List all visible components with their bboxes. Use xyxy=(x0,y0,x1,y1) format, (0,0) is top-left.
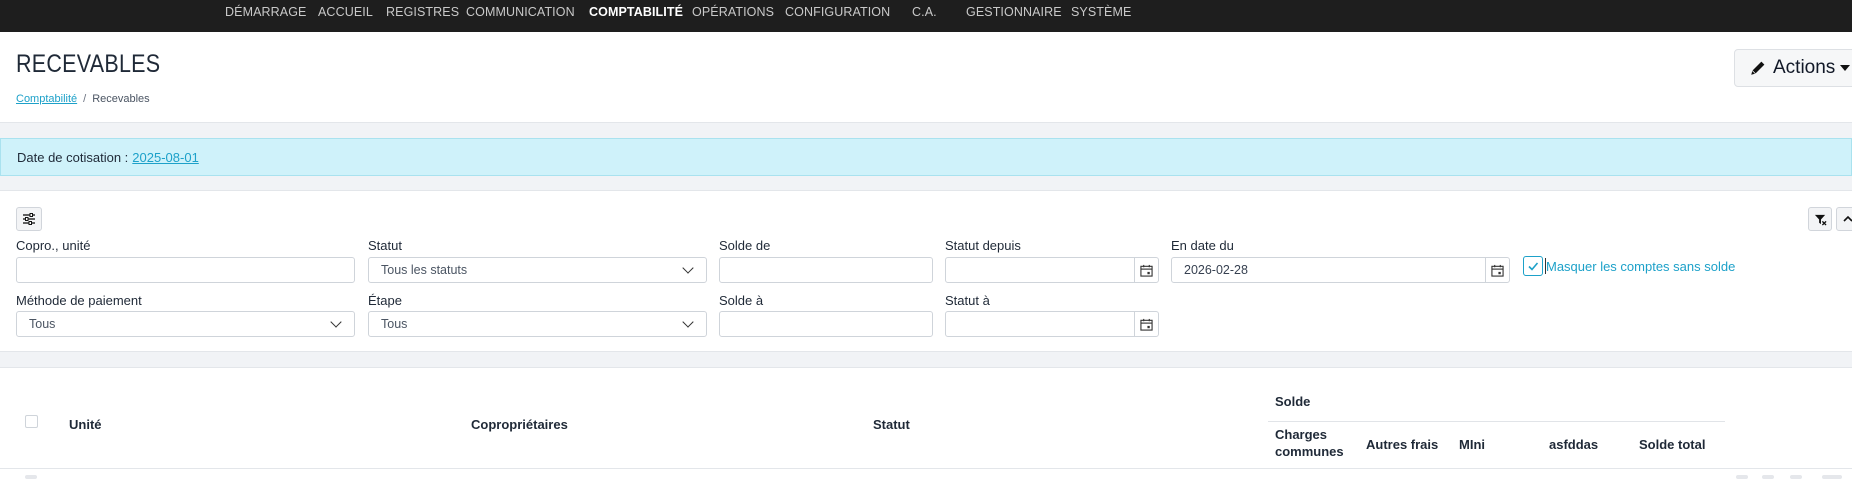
nav-item-comptabilite[interactable]: COMPTABILITÉ xyxy=(589,0,683,24)
caret-down-icon xyxy=(1840,65,1851,71)
row-action-partial[interactable] xyxy=(1762,475,1774,479)
breadcrumb-current: Recevables xyxy=(92,93,150,105)
nav-item-ca[interactable]: C.A. xyxy=(912,0,937,24)
table-header-divider xyxy=(0,468,1852,469)
charges-communes-line-2: communes xyxy=(1275,444,1344,459)
nav-item-operations[interactable]: OPÉRATIONS xyxy=(692,0,774,24)
column-header-autres-frais[interactable]: Autres frais xyxy=(1366,437,1438,452)
breadcrumb-separator: / xyxy=(83,93,87,105)
column-header-solde-total[interactable]: Solde total xyxy=(1639,437,1705,452)
row-checkbox-partial[interactable] xyxy=(25,475,37,479)
charges-communes-line-1: Charges xyxy=(1275,427,1328,442)
calendar-icon[interactable] xyxy=(1485,258,1509,282)
statut-depuis-label: Statut depuis xyxy=(945,238,1021,253)
top-navigation: DÉMARRAGE ACCUEIL REGISTRES COMMUNICATIO… xyxy=(0,0,1852,32)
solde-a-label: Solde à xyxy=(719,293,764,308)
checkmark-icon xyxy=(1528,262,1539,271)
filter-settings-button[interactable] xyxy=(16,207,42,231)
receivables-table xyxy=(0,367,1852,479)
nav-item-accueil[interactable]: ACCUEIL xyxy=(318,0,373,24)
sliders-icon xyxy=(23,213,35,225)
row-action-partial[interactable] xyxy=(1822,475,1842,479)
page-title: RECEVABLES xyxy=(16,50,161,78)
etape-select-value: Tous xyxy=(381,317,408,331)
masquer-sans-solde-checkbox[interactable] xyxy=(1523,256,1543,276)
methode-paiement-select[interactable]: Tous xyxy=(16,311,355,337)
solde-group-divider xyxy=(1268,421,1725,422)
chevron-up-icon xyxy=(1843,215,1852,222)
column-header-unite[interactable]: Unité xyxy=(69,417,102,432)
row-action-partial[interactable] xyxy=(1736,475,1748,479)
methode-paiement-value: Tous xyxy=(29,317,56,331)
actions-dropdown-button[interactable]: Actions xyxy=(1734,49,1852,87)
chevron-down-icon xyxy=(330,316,342,328)
statut-depuis-date-input[interactable] xyxy=(945,257,1159,283)
calendar-icon[interactable] xyxy=(1134,258,1158,282)
en-date-du-date-input[interactable]: 2026-02-28 xyxy=(1171,257,1510,283)
actions-label: Actions xyxy=(1773,57,1836,78)
en-date-du-label: En date du xyxy=(1171,238,1234,253)
collapse-filters-button[interactable] xyxy=(1836,207,1852,231)
column-header-asfddas[interactable]: asfddas xyxy=(1549,437,1598,452)
copro-unite-input[interactable] xyxy=(16,257,355,283)
info-banner: Date de cotisation : 2025-08-01 xyxy=(0,138,1852,176)
column-header-statut[interactable]: Statut xyxy=(873,417,910,432)
chevron-down-icon xyxy=(682,316,694,328)
clear-filter-button[interactable] xyxy=(1808,207,1832,231)
pencil-icon xyxy=(1751,61,1765,75)
column-header-coproprietaires[interactable]: Copropriétaires xyxy=(471,417,568,432)
etape-label: Étape xyxy=(368,293,402,308)
nav-item-gestionnaire[interactable]: GESTIONNAIRE xyxy=(966,0,1062,24)
statut-label: Statut xyxy=(368,238,402,253)
nav-item-demarrage[interactable]: DÉMARRAGE xyxy=(225,0,306,24)
breadcrumb-link-comptabilite[interactable]: Comptabilité xyxy=(16,93,77,105)
banner-date-link[interactable]: 2025-08-01 xyxy=(132,150,199,165)
nav-item-communication[interactable]: COMMUNICATION xyxy=(466,0,575,24)
masquer-sans-solde-label[interactable]: Masquer les comptes sans solde xyxy=(1544,258,1735,274)
solde-a-input[interactable] xyxy=(719,311,933,337)
chevron-down-icon xyxy=(682,262,694,274)
statut-select[interactable]: Tous les statuts xyxy=(368,257,707,283)
nav-item-registres[interactable]: REGISTRES xyxy=(386,0,459,24)
en-date-du-value: 2026-02-28 xyxy=(1184,263,1248,277)
calendar-icon[interactable] xyxy=(1134,312,1158,336)
filter-clear-icon xyxy=(1814,214,1827,226)
solde-de-label: Solde de xyxy=(719,238,771,253)
column-header-charges-communes[interactable]: Charges communes xyxy=(1275,426,1344,460)
select-all-checkbox[interactable] xyxy=(25,415,38,428)
column-header-mini[interactable]: MIni xyxy=(1459,437,1485,452)
column-group-solde: Solde xyxy=(1275,394,1311,409)
copro-label: Copro., unité xyxy=(16,238,91,253)
breadcrumb: Comptabilité / Recevables xyxy=(16,93,150,105)
statut-a-date-input[interactable] xyxy=(945,311,1159,337)
nav-item-configuration[interactable]: CONFIGURATION xyxy=(785,0,890,24)
etape-select[interactable]: Tous xyxy=(368,311,707,337)
page-header: RECEVABLES Comptabilité / Recevables Actio… xyxy=(0,32,1852,123)
row-action-partial[interactable] xyxy=(1790,475,1802,479)
methode-paiement-label: Méthode de paiement xyxy=(16,293,142,308)
banner-label: Date de cotisation : xyxy=(17,149,129,165)
statut-select-value: Tous les statuts xyxy=(381,263,468,277)
statut-a-label: Statut à xyxy=(945,293,990,308)
nav-item-systeme[interactable]: SYSTÈME xyxy=(1071,0,1131,24)
solde-de-input[interactable] xyxy=(719,257,933,283)
